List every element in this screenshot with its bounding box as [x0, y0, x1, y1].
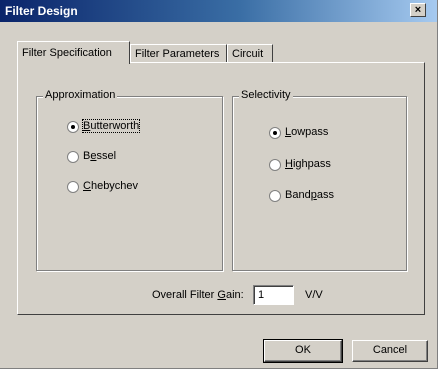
radio-label-lowpass: Lowpass	[285, 126, 329, 138]
close-button[interactable]: ×	[410, 3, 426, 17]
radio-label-highpass: Highpass	[285, 158, 331, 170]
approximation-group-title: Approximation	[43, 89, 118, 101]
gain-unit-label: V/V	[305, 289, 323, 301]
radio-indicator[interactable]	[269, 190, 281, 202]
tab-label: Circuit	[232, 48, 264, 60]
radio-bessel[interactable]: Bessel	[67, 150, 187, 165]
tab-filter-specification[interactable]: Filter Specification	[17, 41, 130, 64]
window-title: Filter Design	[5, 4, 78, 18]
radio-butterworth[interactable]: Butterworth	[67, 119, 187, 135]
selectivity-group-title: Selectivity	[239, 89, 293, 101]
cancel-button[interactable]: Cancel	[352, 340, 428, 362]
cancel-button-label: Cancel	[372, 344, 408, 356]
radio-label-bessel: Bessel	[83, 150, 117, 162]
radio-chebychev[interactable]: Chebychev	[67, 180, 187, 195]
overall-filter-gain-input[interactable]: 1	[253, 285, 294, 305]
radio-lowpass[interactable]: Lowpass	[269, 126, 389, 141]
radio-label-butterworth: Butterworth	[81, 119, 141, 133]
radio-label-bandpass: Bandpass	[285, 189, 334, 201]
close-icon: ×	[414, 4, 422, 16]
filter-design-dialog: Filter Design × Filter Specification Fil…	[0, 0, 438, 369]
radio-selected-dot	[71, 125, 75, 129]
radio-bandpass[interactable]: Bandpass	[269, 189, 389, 204]
tab-label: Filter Specification	[22, 47, 112, 59]
gain-value: 1	[258, 289, 265, 301]
tab-circuit[interactable]: Circuit	[227, 44, 273, 64]
radio-indicator[interactable]	[269, 159, 281, 171]
title-bar[interactable]: Filter Design ×	[0, 0, 437, 22]
tab-panel-filter-specification: Approximation Butterworth Bessel Chebych…	[17, 62, 425, 315]
ok-button-label: OK	[295, 344, 311, 356]
overall-filter-gain-label: Overall Filter Gain:	[152, 289, 244, 301]
approximation-group: Approximation Butterworth Bessel Chebych…	[36, 89, 223, 271]
radio-indicator[interactable]	[67, 121, 79, 133]
tab-filter-parameters[interactable]: Filter Parameters	[130, 44, 227, 64]
selectivity-group: Selectivity Lowpass Highpass Bandpass	[232, 89, 407, 271]
tab-label: Filter Parameters	[135, 48, 220, 60]
ok-button[interactable]: OK	[263, 339, 343, 363]
radio-highpass[interactable]: Highpass	[269, 158, 389, 173]
radio-selected-dot	[273, 131, 277, 135]
radio-indicator[interactable]	[67, 181, 79, 193]
radio-indicator[interactable]	[269, 127, 281, 139]
radio-label-chebychev: Chebychev	[83, 180, 139, 192]
radio-indicator[interactable]	[67, 151, 79, 163]
